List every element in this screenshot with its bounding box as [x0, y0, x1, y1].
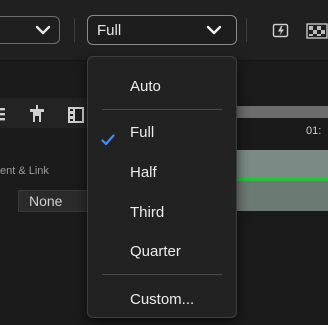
- menu-item-custom[interactable]: Custom...: [88, 283, 236, 317]
- menu-item-label: Half: [130, 164, 157, 181]
- menu-item-label: Auto: [130, 78, 161, 95]
- film-icon[interactable]: [66, 105, 86, 125]
- zoom-level-dropdown[interactable]: [0, 16, 60, 44]
- menu-item-label: Custom...: [130, 291, 195, 308]
- menu-item-auto[interactable]: Auto: [88, 70, 236, 104]
- resolution-menu: Auto Full Half Third Quarter Custom...: [87, 56, 237, 318]
- toolbar-divider: [246, 18, 247, 42]
- menu-item-third[interactable]: Third: [88, 196, 236, 230]
- menu-item-half[interactable]: Half: [88, 156, 236, 190]
- menu-item-label: Quarter: [130, 243, 181, 260]
- transparency-grid-icon[interactable]: [306, 22, 328, 40]
- menu-separator: [102, 274, 222, 275]
- chevron-down-icon: [206, 24, 222, 36]
- menu-item-label: Full: [130, 124, 155, 141]
- menu-item-label: Third: [130, 204, 165, 221]
- resolution-dropdown-value: Full: [97, 22, 122, 39]
- checkmark-icon: [101, 126, 115, 146]
- menu-item-full[interactable]: Full: [88, 116, 236, 150]
- toolbar-divider: [74, 18, 75, 42]
- viewer-toolbar: Full: [0, 0, 328, 61]
- layer-bar[interactable]: [230, 150, 328, 178]
- menu-separator: [102, 109, 222, 110]
- time-ruler[interactable]: [230, 106, 328, 118]
- menu-item-quarter[interactable]: Quarter: [88, 235, 236, 269]
- fast-preview-icon[interactable]: [272, 22, 290, 40]
- column-label: ent & Link: [0, 165, 49, 177]
- parent-link-dropdown[interactable]: None: [18, 190, 88, 212]
- ruler-timecode: 01:: [306, 125, 322, 137]
- layer-bar[interactable]: [230, 181, 328, 211]
- resolution-dropdown[interactable]: Full: [87, 15, 237, 45]
- puzzle-icon[interactable]: [27, 104, 47, 124]
- chevron-down-icon: [35, 24, 51, 36]
- grip-icon: [0, 106, 12, 122]
- parent-link-value: None: [29, 193, 63, 209]
